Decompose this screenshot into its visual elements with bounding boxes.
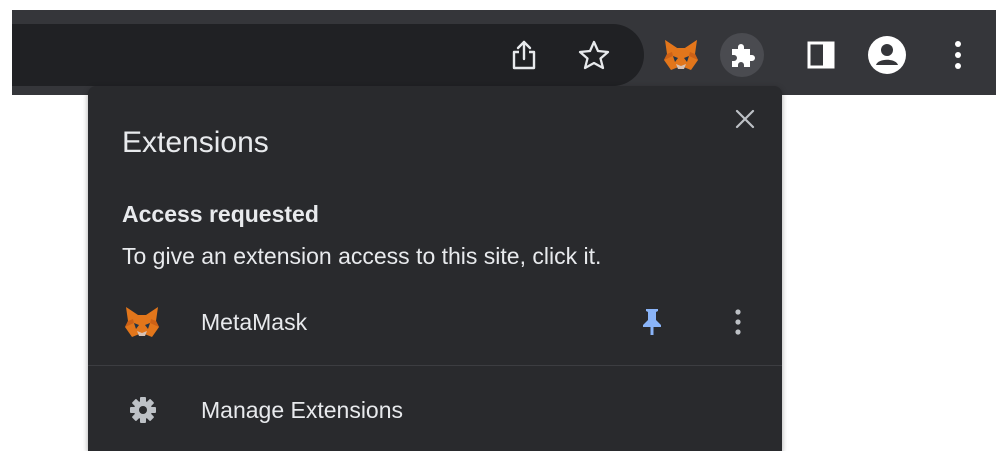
metamask-fox-icon <box>124 305 160 344</box>
manage-extensions-label: Manage Extensions <box>201 397 404 423</box>
more-options-icon[interactable] <box>722 306 754 338</box>
profile-icon[interactable] <box>865 33 909 77</box>
section-description: To give an extension access to this site… <box>122 243 602 269</box>
manage-extensions-button[interactable]: Manage Extensions <box>88 384 782 436</box>
share-icon[interactable] <box>502 33 546 77</box>
star-icon[interactable] <box>572 33 616 77</box>
divider <box>88 365 782 366</box>
pin-icon[interactable] <box>636 306 668 338</box>
kebab-menu-icon[interactable] <box>936 33 980 77</box>
extensions-popup: Extensions Access requested To give an e… <box>88 86 782 451</box>
popup-title: Extensions <box>122 126 269 159</box>
section-heading: Access requested <box>122 201 319 227</box>
puzzle-icon[interactable] <box>720 33 764 77</box>
gear-icon <box>129 396 157 429</box>
side-panel-icon[interactable] <box>799 33 843 77</box>
close-icon[interactable] <box>729 103 761 135</box>
window-top-strip <box>0 0 996 10</box>
extension-row-metamask[interactable]: MetaMask <box>88 296 782 348</box>
browser-toolbar <box>12 10 996 95</box>
metamask-fox-icon[interactable] <box>659 33 703 77</box>
omnibox[interactable] <box>12 24 644 86</box>
extension-name: MetaMask <box>201 309 308 335</box>
